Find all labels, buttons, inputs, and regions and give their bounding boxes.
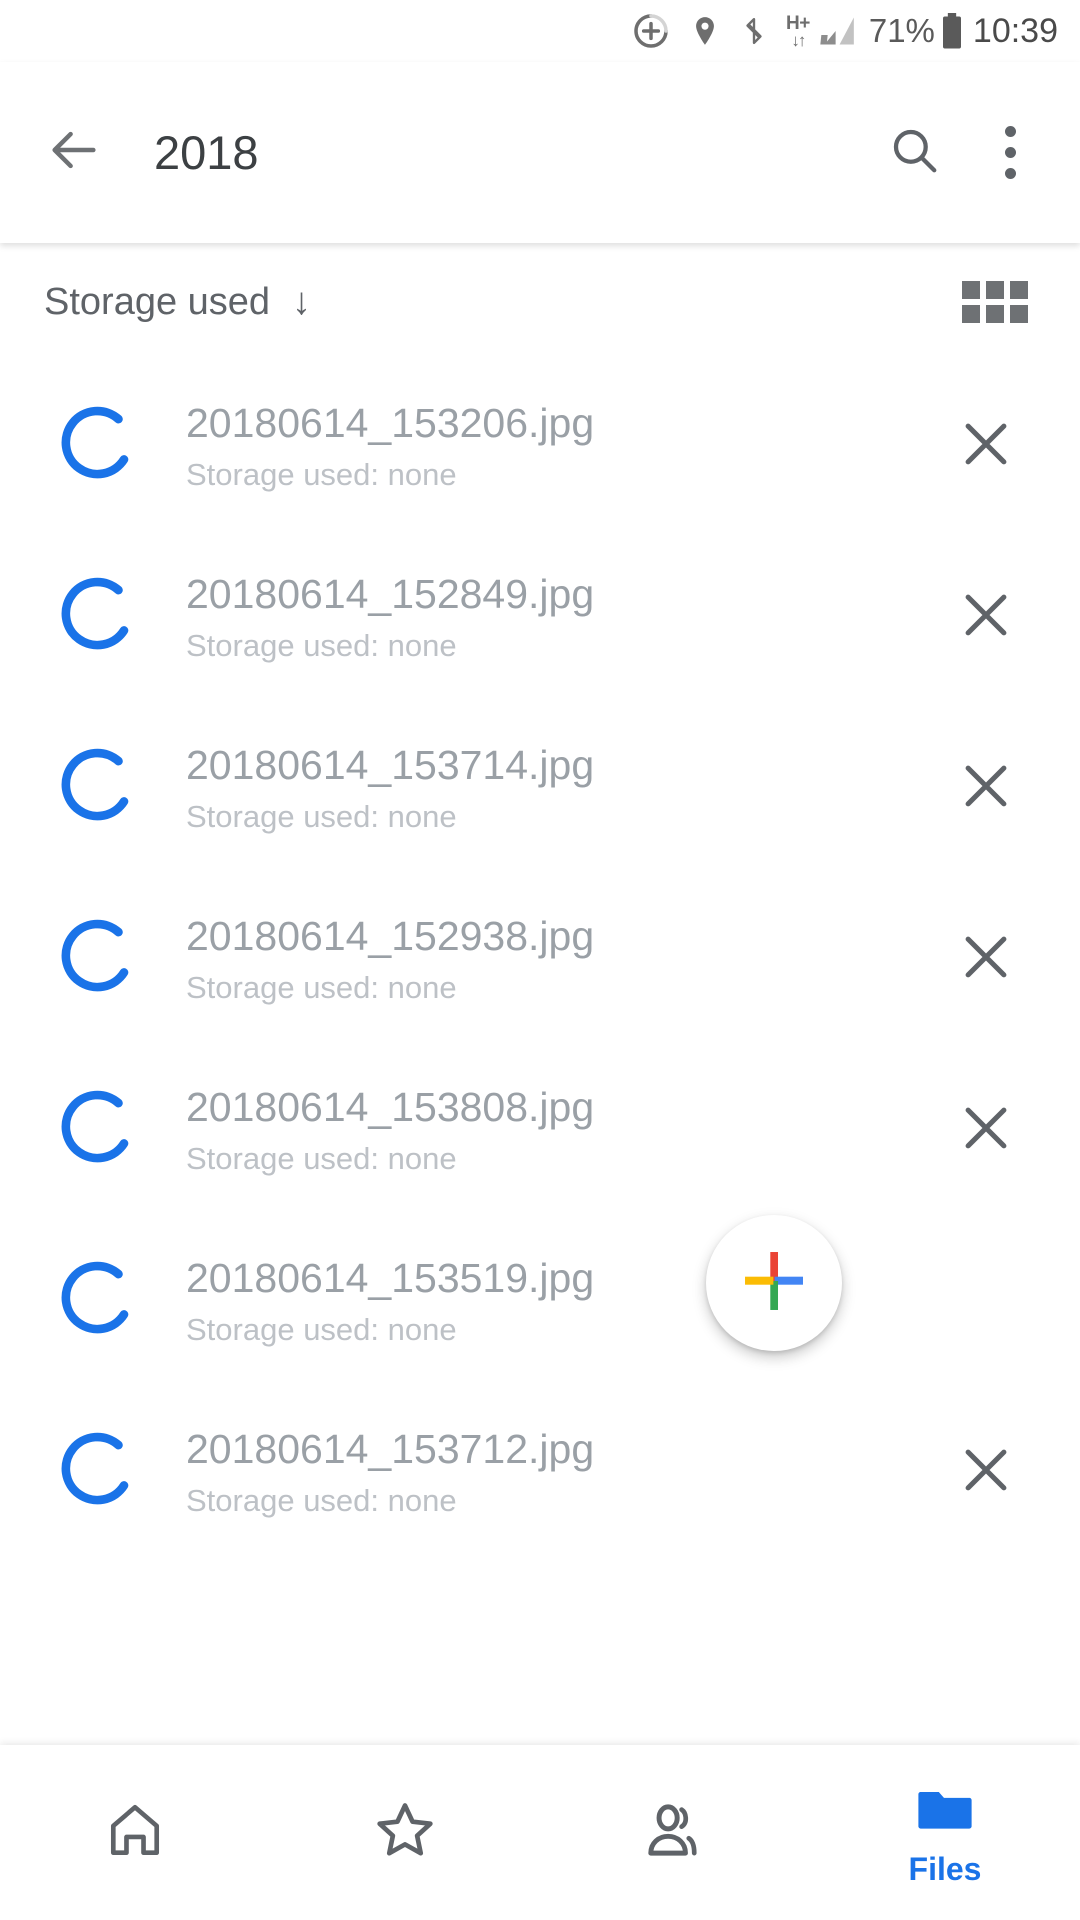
- search-button[interactable]: [866, 123, 962, 182]
- close-icon: [957, 1441, 1015, 1504]
- cancel-upload-button[interactable]: [926, 415, 1046, 478]
- signal-icon: [819, 12, 857, 50]
- list-item[interactable]: 20180614_153714.jpg Storage used: none: [0, 703, 1080, 874]
- battery-icon: [939, 11, 965, 51]
- upload-spinner-icon: [36, 403, 168, 491]
- overflow-menu-button[interactable]: [962, 121, 1058, 184]
- file-name: 20180614_153714.jpg: [186, 742, 595, 788]
- bottom-navigation: Files: [0, 1745, 1080, 1920]
- list-item[interactable]: 20180614_153712.jpg Storage used: none: [0, 1387, 1080, 1558]
- nav-home[interactable]: [0, 1799, 270, 1866]
- nav-starred[interactable]: [270, 1798, 540, 1867]
- status-bar: H+ ↓↑ 71% 10:39: [0, 0, 1080, 62]
- shared-people-icon: [642, 1797, 708, 1868]
- file-name: 20180614_153808.jpg: [186, 1084, 595, 1130]
- nav-files[interactable]: Files: [810, 1778, 1080, 1888]
- nav-shared[interactable]: [540, 1797, 810, 1868]
- close-icon: [957, 757, 1015, 820]
- file-list[interactable]: 20180614_153206.jpg Storage used: none 2…: [0, 361, 1080, 1920]
- sort-label[interactable]: Storage used: [44, 281, 270, 324]
- list-item-text: 20180614_153712.jpg Storage used: none: [186, 1426, 926, 1518]
- more-vertical-icon: [1004, 121, 1016, 184]
- page-title: 2018: [154, 126, 259, 179]
- sync-progress-icon: [631, 11, 671, 51]
- sort-bar: Storage used ↓: [0, 243, 1080, 361]
- list-item[interactable]: 20180614_153519.jpg Storage used: none: [0, 1216, 1080, 1387]
- data-arrows-icon: ↓↑: [791, 30, 806, 50]
- list-item[interactable]: 20180614_153808.jpg Storage used: none: [0, 1045, 1080, 1216]
- phone-screen: H+ ↓↑ 71% 10:39 2018 Storage used ↓ 2018…: [0, 0, 1080, 1920]
- file-storage: Storage used: none: [186, 798, 457, 834]
- location-icon: [688, 12, 722, 50]
- list-item-text: 20180614_153714.jpg Storage used: none: [186, 742, 926, 834]
- upload-spinner-icon: [36, 1429, 168, 1517]
- list-item[interactable]: 20180614_153206.jpg Storage used: none: [0, 361, 1080, 532]
- back-button[interactable]: [22, 121, 126, 184]
- google-plus-add-icon: [737, 1244, 811, 1323]
- close-icon: [957, 586, 1015, 649]
- list-item[interactable]: 20180614_152938.jpg Storage used: none: [0, 874, 1080, 1045]
- file-storage: Storage used: none: [186, 456, 457, 492]
- file-name: 20180614_153712.jpg: [186, 1426, 595, 1472]
- battery-percent: 71%: [868, 12, 935, 49]
- upload-spinner-icon: [36, 1087, 168, 1175]
- list-item-text: 20180614_153206.jpg Storage used: none: [186, 400, 926, 492]
- file-storage: Storage used: none: [186, 1140, 457, 1176]
- close-icon: [957, 415, 1015, 478]
- home-icon: [104, 1799, 166, 1866]
- cancel-upload-button[interactable]: [926, 1099, 1046, 1162]
- file-name: 20180614_153206.jpg: [186, 400, 595, 446]
- upload-spinner-icon: [36, 1258, 168, 1346]
- add-button[interactable]: [706, 1215, 842, 1351]
- list-item-text: 20180614_152849.jpg Storage used: none: [186, 571, 926, 663]
- file-name: 20180614_152938.jpg: [186, 913, 595, 959]
- list-item-text: 20180614_152938.jpg Storage used: none: [186, 913, 926, 1005]
- close-icon: [957, 928, 1015, 991]
- nav-files-label: Files: [908, 1850, 982, 1887]
- close-icon: [957, 1099, 1015, 1162]
- star-icon: [373, 1798, 437, 1867]
- list-item-text: 20180614_153808.jpg Storage used: none: [186, 1084, 926, 1176]
- upload-spinner-icon: [36, 745, 168, 833]
- back-arrow-icon: [45, 121, 103, 184]
- folder-icon: [914, 1778, 976, 1845]
- cancel-upload-button[interactable]: [926, 1441, 1046, 1504]
- cancel-upload-button[interactable]: [926, 586, 1046, 649]
- hplus-data-icon: H+ ↓↑: [786, 14, 810, 49]
- hplus-label: H+: [786, 12, 810, 34]
- upload-spinner-icon: [36, 916, 168, 1004]
- upload-spinner-icon: [36, 574, 168, 662]
- clock: 10:39: [972, 11, 1058, 50]
- app-bar: 2018: [0, 62, 1080, 243]
- list-item[interactable]: 20180614_152849.jpg Storage used: none: [0, 532, 1080, 703]
- cancel-upload-button[interactable]: [926, 757, 1046, 820]
- file-storage: Storage used: none: [186, 1482, 457, 1518]
- file-storage: Storage used: none: [186, 969, 457, 1005]
- bluetooth-icon: [739, 11, 769, 51]
- cancel-upload-button[interactable]: [926, 928, 1046, 991]
- file-name: 20180614_152849.jpg: [186, 571, 595, 617]
- sort-direction-icon[interactable]: ↓: [292, 281, 311, 324]
- grid-view-icon[interactable]: [962, 281, 1028, 323]
- file-storage: Storage used: none: [186, 627, 457, 663]
- search-icon: [887, 123, 941, 182]
